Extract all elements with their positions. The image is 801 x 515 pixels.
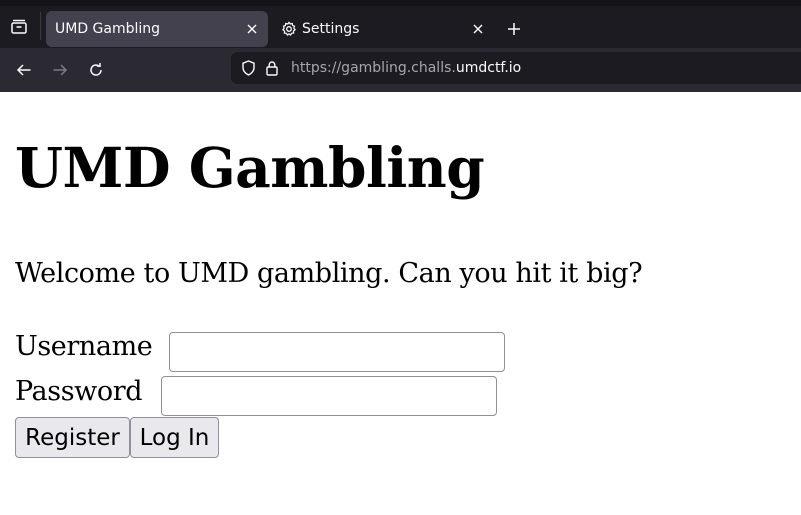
navigation-toolbar: https://gambling.challs. umdctf.io	[0, 48, 801, 93]
title-strip	[0, 0, 801, 6]
back-button[interactable]	[12, 58, 36, 82]
new-tab-button[interactable]	[502, 17, 526, 41]
username-field[interactable]	[169, 332, 505, 372]
url-prefix: https://gambling.challs.	[291, 60, 456, 76]
tab-list-icon	[11, 19, 27, 34]
back-arrow-icon	[16, 64, 31, 76]
login-button[interactable]: Log In	[130, 417, 219, 458]
lock-icon[interactable]	[263, 59, 281, 77]
username-label: Username	[15, 331, 153, 362]
tab-title: UMD Gambling	[55, 21, 161, 37]
tab-umd-gambling[interactable]: UMD Gambling	[46, 11, 268, 47]
forward-arrow-icon	[53, 64, 68, 76]
close-icon	[473, 24, 483, 34]
gear-icon	[280, 20, 298, 38]
password-label: Password	[15, 376, 143, 407]
reload-button[interactable]	[84, 58, 108, 82]
page-content: UMD Gambling Welcome to UMD gambling. Ca…	[0, 92, 801, 515]
browser-chrome: UMD Gambling Settings https://gambling.c…	[0, 0, 801, 93]
reload-icon	[90, 63, 102, 76]
close-tab-button[interactable]	[240, 17, 264, 41]
url-domain: umdctf.io	[455, 60, 522, 76]
plus-icon	[508, 23, 520, 35]
tab-separator	[40, 12, 41, 40]
tab-title: Settings	[302, 21, 360, 37]
register-button[interactable]: Register	[15, 417, 130, 458]
forward-button[interactable]	[48, 58, 72, 82]
tab-settings[interactable]: Settings	[272, 11, 494, 47]
address-bar[interactable]: https://gambling.challs. umdctf.io	[231, 52, 801, 84]
tab-bar: UMD Gambling Settings	[0, 0, 801, 48]
password-field[interactable]	[161, 376, 497, 416]
tab-list-button[interactable]	[8, 16, 30, 38]
close-icon	[247, 24, 257, 34]
close-tab-button[interactable]	[466, 17, 490, 41]
page-title: UMD Gambling	[15, 135, 485, 200]
shield-icon[interactable]	[239, 59, 257, 77]
welcome-text: Welcome to UMD gambling. Can you hit it …	[15, 258, 643, 289]
